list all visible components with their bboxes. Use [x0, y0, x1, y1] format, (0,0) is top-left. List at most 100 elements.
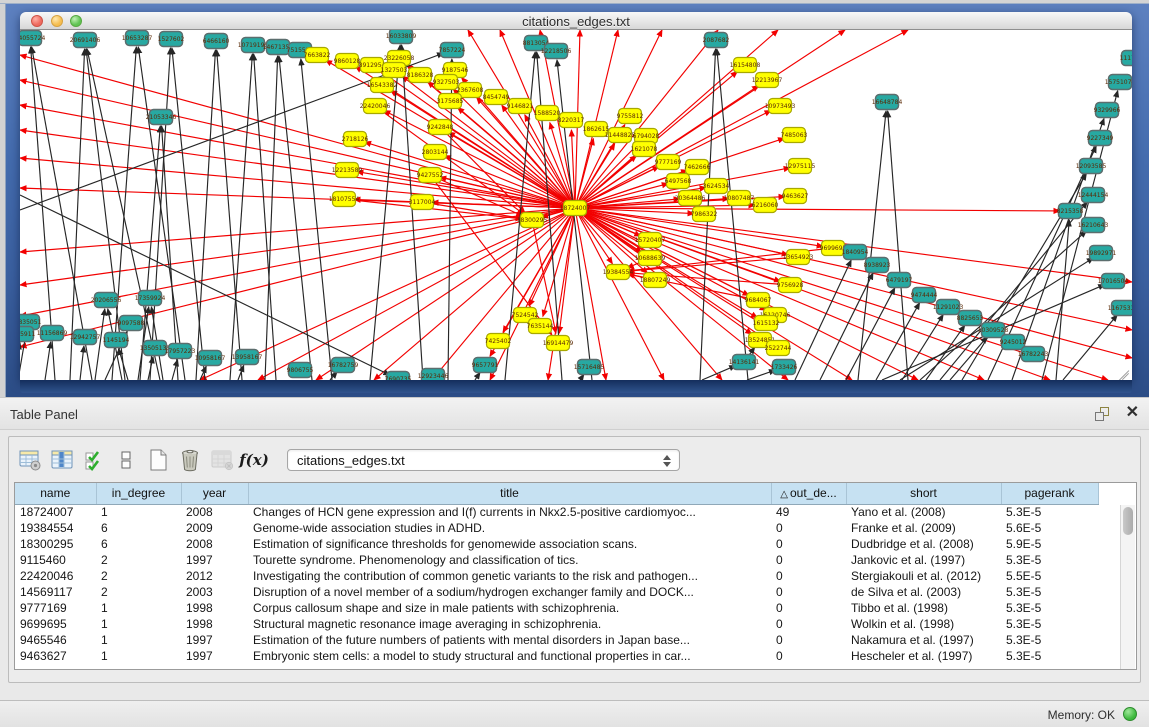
graph-node-label: 12444154	[1078, 192, 1109, 199]
delete-trash-icon[interactable]	[175, 445, 205, 475]
column-header-title[interactable]: title	[248, 483, 771, 504]
table-row[interactable]: 2242004622012Investigating the contribut…	[15, 568, 1098, 584]
graph-node-label: 18724007	[560, 205, 591, 212]
graph-node-label: 6794028	[633, 133, 660, 140]
graph-node-label: 2718126	[342, 136, 369, 143]
graph-edge	[432, 208, 575, 380]
table-row[interactable]: 969969511998Structural magnetic resonanc…	[15, 616, 1098, 632]
table-row[interactable]: 1938455462009Genome-wide association stu…	[15, 520, 1098, 536]
graph-node-label: 17957223	[165, 348, 196, 355]
graph-edge	[846, 288, 895, 380]
graph-node-label: 1588520	[534, 110, 561, 117]
table-panel-header: Table Panel ✕	[0, 397, 1149, 430]
table-row[interactable]: 946362711997Embryonic stem cells: a mode…	[15, 648, 1098, 664]
graph-node-label: 10688639	[635, 255, 666, 262]
network-window-titlebar[interactable]: citations_edges.txt	[20, 12, 1132, 30]
graph-node-label: 12923446	[418, 373, 449, 380]
citation-network-graph[interactable]: 1872400724055724206914061065328715276026…	[20, 30, 1132, 380]
graph-node-label: 9860128	[334, 58, 361, 65]
column-header-name[interactable]: name	[15, 483, 96, 504]
table-row[interactable]: 1830029562008Estimation of significance …	[15, 536, 1098, 552]
graph-node-label: 11448825	[605, 132, 636, 139]
edit-columns-icon[interactable]	[79, 445, 109, 475]
table-selector-value: citations_edges.txt	[297, 453, 405, 468]
graph-node-label: 1840954	[842, 249, 869, 256]
row-height-icon[interactable]	[111, 445, 141, 475]
graph-node-label: 7485063	[781, 132, 808, 139]
table-settings-icon[interactable]	[15, 445, 45, 475]
graph-node-label: 9657791	[472, 362, 499, 369]
graph-node-label: 17359924	[135, 295, 166, 302]
column-header-short[interactable]: short	[846, 483, 1001, 504]
table-row[interactable]: 1456911722003Disruption of a novel membe…	[15, 584, 1098, 600]
graph-edge	[258, 208, 575, 380]
function-builder-icon[interactable]: f(x)	[239, 445, 269, 475]
node-table-grid[interactable]: namein_degreeyeartitle△out_de...shortpag…	[15, 483, 1099, 664]
graph-node-label: 6216060	[752, 202, 779, 209]
graph-node-label: 11675333	[1108, 305, 1132, 312]
graph-node-label: 20206556	[91, 297, 122, 304]
graph-edge	[1063, 315, 1117, 380]
delete-table-icon	[207, 445, 237, 475]
graph-node-label: 2087682	[703, 37, 730, 44]
graph-node-label: 13958167	[232, 354, 263, 361]
graph-node-label: 9242848	[427, 124, 454, 131]
column-header-outde[interactable]: △out_de...	[771, 483, 846, 504]
network-window: citations_edges.txt 18724007240557242069…	[20, 12, 1132, 380]
graph-node-label: 8186328	[407, 72, 434, 79]
graph-node-label: 9756928	[777, 282, 804, 289]
graph-node-label: 15751074	[1105, 79, 1132, 86]
close-panel-icon[interactable]: ✕	[1126, 404, 1139, 422]
network-canvas[interactable]: 1872400724055724206914061065328715276026…	[20, 30, 1132, 380]
graph-node-label: 2803144	[422, 149, 449, 156]
table-panel-body: f(x) citations_edges.txt namein_degreeye…	[8, 436, 1141, 683]
graph-node-label: 18107554	[329, 196, 360, 203]
graph-node-label: 12213967	[752, 77, 783, 84]
graph-node-label: 19892971	[1086, 250, 1117, 257]
graph-edge	[876, 303, 920, 380]
graph-node-label: 9755812	[617, 113, 644, 120]
graph-node-label: 17016504	[1098, 278, 1129, 285]
graph-edge	[557, 60, 592, 380]
status-bar: Memory: OK	[0, 700, 1149, 727]
table-row[interactable]: 911546021997Tourette syndrome. Phenomeno…	[15, 552, 1098, 568]
graph-node-label: 16648784	[872, 99, 903, 106]
graph-node-label: 21053346	[146, 114, 177, 121]
table-row[interactable]: 977716911998Corpus callosum shape and si…	[15, 600, 1098, 616]
graph-node-label: 20364486	[675, 195, 706, 202]
graph-node-label: 12975115	[785, 163, 816, 170]
graph-edge	[575, 86, 759, 208]
graph-edge	[357, 172, 575, 208]
column-header-indegree[interactable]: in_degree	[96, 483, 181, 504]
graph-node-label: 9146821	[507, 103, 534, 110]
graph-node-label: 10807487	[724, 195, 755, 202]
table-selector-dropdown[interactable]: citations_edges.txt	[287, 449, 680, 471]
graph-node-label: 9327503	[433, 79, 460, 86]
table-row[interactable]: 946554611997Estimation of the future num…	[15, 632, 1098, 648]
create-table-icon[interactable]	[143, 445, 173, 475]
graph-edge	[265, 56, 278, 380]
column-header-year[interactable]: year	[181, 483, 248, 504]
graph-node-label: 15720407	[635, 237, 666, 244]
table-panel: Table Panel ✕	[0, 397, 1149, 700]
graph-node-label: 8454749	[483, 94, 510, 101]
canvas-resize-grip[interactable]	[1118, 366, 1130, 378]
table-row[interactable]: 1872400712008Changes of HCN gene express…	[15, 504, 1098, 520]
graph-node-label: 12093585	[1076, 163, 1107, 170]
graph-edge	[575, 208, 852, 380]
column-header-pagerank[interactable]: pagerank	[1001, 483, 1098, 504]
graph-node-label: 7663822	[304, 52, 331, 59]
float-panel-icon[interactable]	[1094, 406, 1111, 423]
graph-node-label: 9187546	[442, 67, 469, 74]
table-scrollbar[interactable]	[1120, 505, 1135, 669]
show-columns-icon[interactable]	[47, 445, 77, 475]
table-scrollbar-thumb[interactable]	[1123, 507, 1133, 535]
memory-status-indicator-icon	[1123, 707, 1137, 721]
graph-node-label: 16033809	[386, 33, 417, 40]
graph-node-label: 14136141	[729, 359, 760, 366]
graph-edge	[559, 208, 575, 333]
graph-node-label: 10309528	[978, 327, 1009, 334]
node-table: namein_degreeyeartitle△out_de...shortpag…	[14, 482, 1137, 670]
graph-node-label: 18807249	[640, 277, 671, 284]
graph-node-label: 7635144	[527, 323, 554, 330]
